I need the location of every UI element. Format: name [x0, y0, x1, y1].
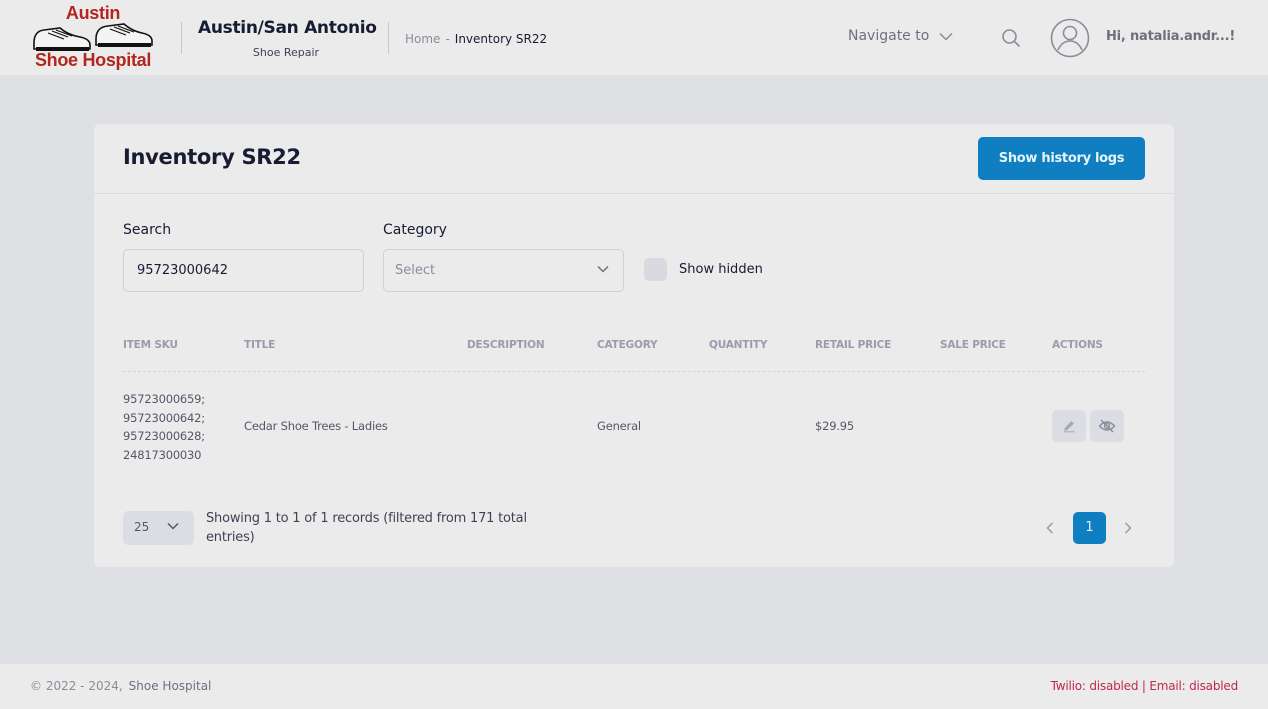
- breadcrumb-home-link[interactable]: Home: [405, 32, 440, 46]
- sku-line: 95723000628;: [123, 429, 205, 444]
- user-avatar-icon[interactable]: [1050, 18, 1090, 62]
- search-icon[interactable]: [1001, 28, 1021, 52]
- column-header-title[interactable]: TITLE: [244, 339, 275, 351]
- column-header-retail-price[interactable]: RETAIL PRICE: [815, 339, 891, 351]
- cell-category: General: [597, 419, 641, 433]
- breadcrumb-separator: -: [445, 32, 450, 46]
- card-header: Inventory SR22 Show history logs: [94, 124, 1174, 194]
- header-divider: [181, 22, 182, 54]
- category-select[interactable]: Select: [383, 249, 624, 292]
- copyright-text: © 2022 - 2024,: [30, 679, 123, 693]
- edit-button[interactable]: [1052, 410, 1086, 442]
- page-title: Inventory SR22: [123, 145, 301, 169]
- page-size-value: 25: [134, 520, 150, 534]
- sku-line: 24817300030: [123, 447, 202, 462]
- column-header-quantity[interactable]: QUANTITY: [709, 339, 767, 351]
- copyright: © 2022 - 2024, Shoe Hospital: [30, 679, 211, 693]
- sku-line: 95723000659;: [123, 392, 205, 406]
- eye-slash-icon: [1098, 419, 1116, 433]
- brand-title: Austin/San Antonio: [198, 18, 377, 38]
- top-header: Austin Shoe Hospital Austin/San Antonio …: [0, 0, 1268, 75]
- column-header-sale-price: SALE PRICE: [940, 339, 1006, 351]
- sku-line: 95723000642;: [123, 410, 205, 425]
- table-header-divider: [123, 371, 1145, 372]
- search-label: Search: [123, 222, 172, 238]
- page-size-select[interactable]: 25: [123, 511, 194, 545]
- cell-item-sku: 95723000659; 95723000642; 95723000628; 2…: [123, 390, 205, 464]
- show-history-logs-button[interactable]: Show history logs: [978, 137, 1145, 180]
- records-info: Showing 1 to 1 of 1 records (filtered fr…: [206, 511, 527, 545]
- cell-retail-price: $29.95: [815, 419, 855, 433]
- inventory-card: Inventory SR22 Show history logs Search …: [94, 124, 1174, 567]
- chevron-down-icon: [597, 265, 609, 273]
- notification-status: Twilio: disabled | Email: disabled: [1050, 679, 1239, 693]
- hide-button[interactable]: [1090, 410, 1124, 442]
- brand-subtitle: Shoe Repair: [252, 46, 320, 59]
- category-label: Category: [383, 222, 447, 238]
- user-greeting[interactable]: Hi, natalia.andr...!: [1106, 29, 1235, 44]
- navigate-to-dropdown[interactable]: Navigate to: [848, 28, 953, 44]
- header-divider: [388, 22, 389, 54]
- chevron-down-icon: [167, 522, 179, 530]
- cell-title: Cedar Shoe Trees - Ladies: [244, 419, 388, 433]
- page-button-current[interactable]: 1: [1073, 512, 1106, 544]
- previous-page-icon[interactable]: [1046, 519, 1054, 538]
- logo-text-line2: Shoe Hospital: [34, 50, 152, 70]
- breadcrumb-current: Inventory SR22: [454, 32, 548, 46]
- show-hidden-checkbox[interactable]: [644, 258, 667, 281]
- footer-brand-link[interactable]: Shoe Hospital: [129, 679, 212, 693]
- chevron-down-icon: [939, 32, 953, 41]
- column-header-item-sku[interactable]: ITEM SKU: [123, 339, 178, 351]
- search-input[interactable]: [123, 249, 364, 292]
- category-select-value: Select: [395, 263, 436, 278]
- show-hidden-label: Show hidden: [679, 262, 763, 277]
- footer: © 2022 - 2024, Shoe Hospital Twilio: disa…: [0, 664, 1268, 709]
- next-page-icon[interactable]: [1124, 519, 1132, 538]
- breadcrumb: Home - Inventory SR22: [405, 32, 547, 46]
- column-header-category[interactable]: CATEGORY: [597, 339, 658, 351]
- shoe-hospital-logo[interactable]: Austin Shoe Hospital: [30, 3, 156, 73]
- navigate-to-label: Navigate to: [848, 28, 930, 44]
- column-header-actions: ACTIONS: [1052, 339, 1103, 351]
- edit-icon: [1063, 421, 1075, 433]
- column-header-description[interactable]: DESCRIPTION: [467, 339, 545, 351]
